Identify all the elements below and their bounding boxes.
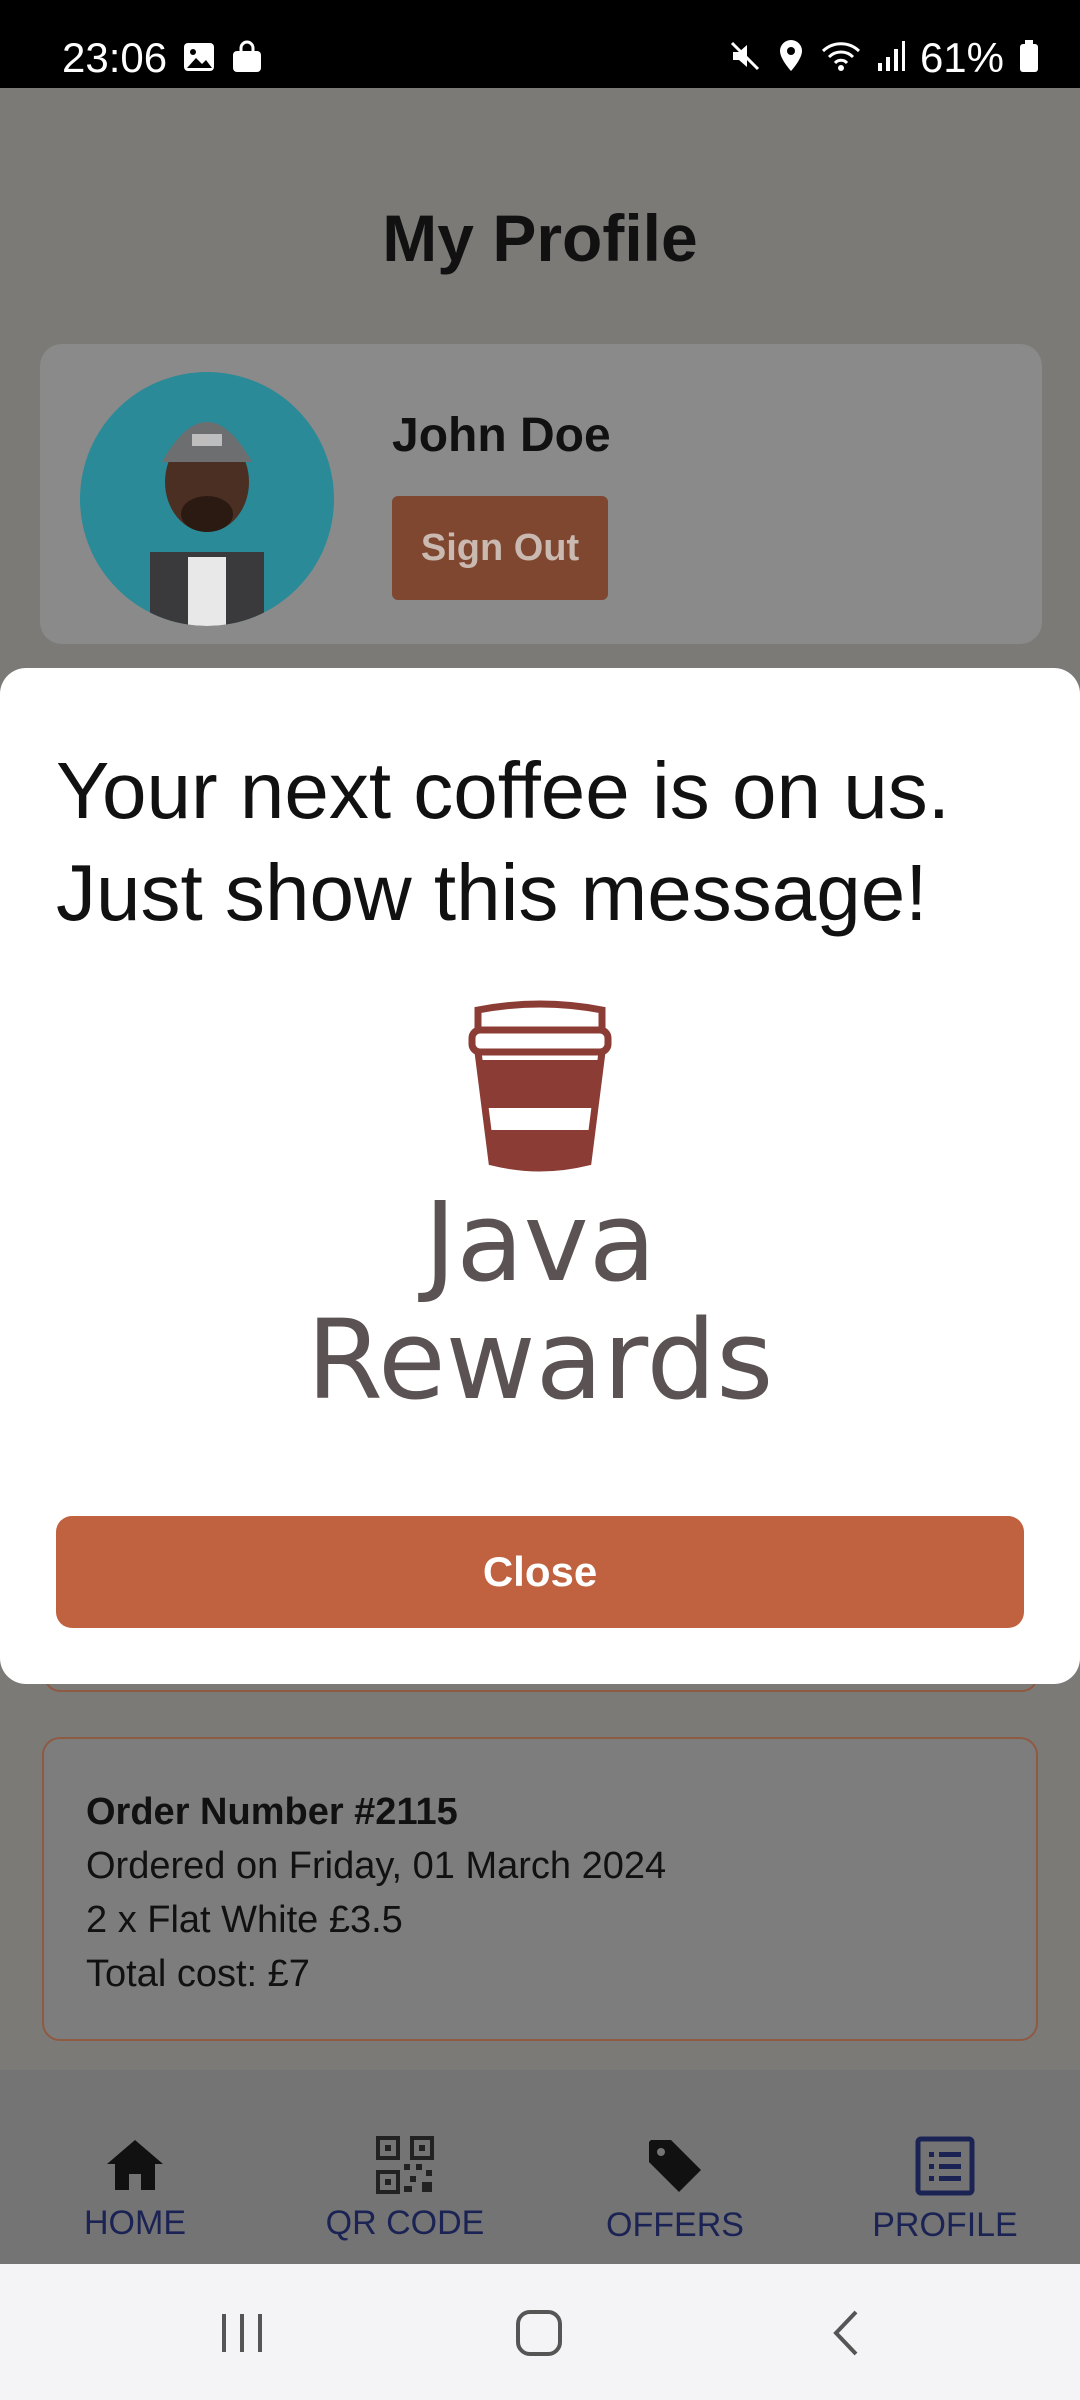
sign-out-button[interactable]: Sign Out bbox=[392, 496, 608, 600]
status-bar: 23:06 61% bbox=[0, 0, 1080, 88]
system-nav-bar bbox=[0, 2264, 1080, 2400]
order-number: Order Number #2115 bbox=[86, 1791, 458, 1833]
location-icon bbox=[776, 38, 806, 79]
list-icon bbox=[915, 2136, 975, 2206]
reward-modal: Your next coffee is on us. Just show thi… bbox=[0, 668, 1080, 1684]
logo-text-java: Java bbox=[418, 1178, 656, 1306]
qr-code-icon bbox=[376, 2136, 434, 2204]
user-name: John Doe bbox=[392, 409, 611, 462]
recent-apps-icon[interactable] bbox=[212, 2308, 272, 2358]
java-rewards-logo: Java Rewards bbox=[307, 1000, 774, 1420]
gallery-icon bbox=[182, 40, 216, 79]
wifi-icon bbox=[820, 39, 862, 78]
modal-message: Your next coffee is on us. Just show thi… bbox=[56, 740, 1036, 944]
nav-home[interactable]: HOME bbox=[0, 2070, 270, 2264]
order-total: Total cost: £7 bbox=[86, 1953, 310, 1995]
shopping-bag-icon bbox=[230, 40, 264, 79]
nav-offers-label: OFFERS bbox=[606, 2206, 744, 2244]
avatar bbox=[80, 372, 334, 626]
nav-profile[interactable]: PROFILE bbox=[810, 2070, 1080, 2264]
battery-level: 61% bbox=[919, 34, 1004, 81]
close-button[interactable]: Close bbox=[56, 1516, 1024, 1628]
status-time: 23:06 bbox=[62, 34, 168, 81]
battery-icon bbox=[1018, 39, 1040, 78]
bottom-nav: HOME QR CODE OFFERS PROFILE bbox=[0, 2070, 1080, 2264]
order-date: Ordered on Friday, 01 March 2024 bbox=[86, 1845, 667, 1887]
logo-text-rewards: Rewards bbox=[307, 1296, 774, 1420]
signal-icon bbox=[876, 39, 906, 78]
modal-message-line-2: Just show this message! bbox=[56, 848, 928, 937]
nav-offers[interactable]: OFFERS bbox=[540, 2070, 810, 2264]
nav-qr-code-label: QR CODE bbox=[325, 2204, 485, 2242]
order-card: Order Number #2115 Ordered on Friday, 01… bbox=[42, 1737, 1038, 2041]
nav-qr-code[interactable]: QR CODE bbox=[270, 2070, 540, 2264]
back-icon[interactable] bbox=[822, 2308, 882, 2358]
tag-icon bbox=[645, 2136, 705, 2206]
home-icon bbox=[103, 2136, 167, 2204]
home-button-icon[interactable] bbox=[514, 2308, 574, 2358]
mute-icon bbox=[728, 39, 762, 78]
nav-home-label: HOME bbox=[84, 2204, 186, 2242]
modal-message-line-1: Your next coffee is on us. bbox=[56, 746, 950, 835]
nav-profile-label: PROFILE bbox=[872, 2206, 1018, 2244]
order-item: 2 x Flat White £3.5 bbox=[86, 1899, 403, 1941]
page-title: My Profile bbox=[382, 201, 698, 275]
